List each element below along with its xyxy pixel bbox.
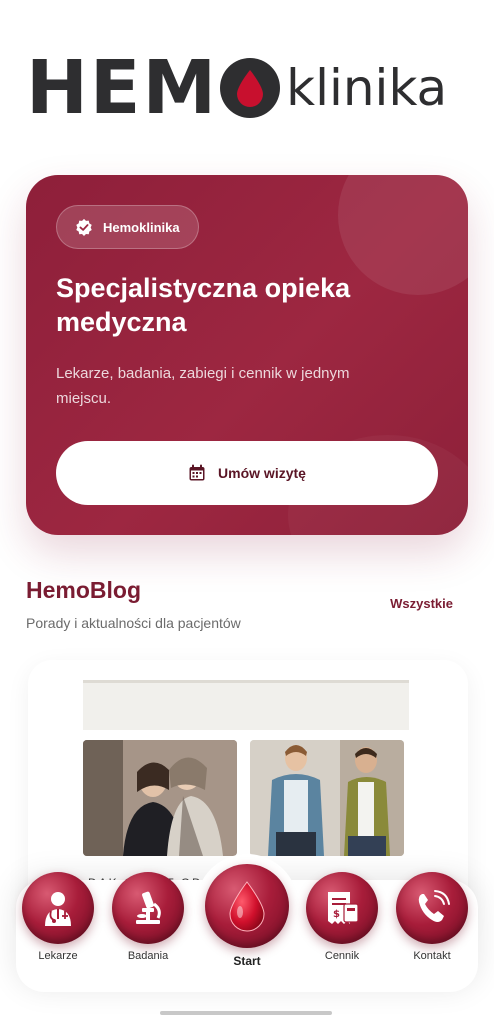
nav-item-start[interactable]: Start bbox=[205, 864, 289, 968]
hemoklinika-logo: HEM klinika bbox=[26, 50, 470, 126]
hero-badge: Hemoklinika bbox=[56, 205, 199, 249]
hero-title: Specjalistyczna opieka medyczna bbox=[56, 273, 351, 337]
blog-photo-two-women bbox=[83, 740, 237, 856]
nav-label-lekarze: Lekarze bbox=[38, 950, 78, 962]
doctor-icon bbox=[22, 872, 94, 944]
nav-item-lekarze[interactable]: Lekarze bbox=[22, 872, 94, 962]
nav-label-cennik: Cennik bbox=[324, 950, 360, 962]
hero-subtitle: Lekarze, badania, zabiegi i cennik w jed… bbox=[56, 365, 350, 407]
calendar-icon bbox=[189, 464, 205, 481]
microscope-icon bbox=[112, 872, 184, 944]
svg-text:$: $ bbox=[333, 909, 340, 920]
book-visit-button[interactable]: Umów wizytę bbox=[56, 441, 438, 505]
blog-section-subtitle: Porady i aktualności dla pacjentów bbox=[26, 615, 241, 631]
price-list-icon: $ bbox=[306, 872, 378, 944]
nav-item-cennik[interactable]: $ Cennik bbox=[306, 872, 378, 962]
badge-label: Hemoklinika bbox=[103, 219, 180, 235]
blog-see-all-link[interactable]: Wszystkie bbox=[390, 596, 453, 611]
nav-item-badania[interactable]: Badania bbox=[112, 872, 184, 962]
nav-label-badania: Badania bbox=[127, 950, 169, 962]
nav-label-start: Start bbox=[233, 954, 261, 968]
nav-item-kontakt[interactable]: Kontakt bbox=[396, 872, 468, 962]
blog-section-title: HemoBlog bbox=[26, 577, 141, 603]
hero-card: Hemoklinika Specjalistyczna opieka medyc… bbox=[26, 175, 468, 535]
blog-photo-two-men bbox=[250, 740, 404, 856]
blog-image-strip bbox=[83, 680, 409, 730]
blood-drop-logo-icon bbox=[220, 58, 281, 118]
nav-label-kontakt: Kontakt bbox=[413, 950, 451, 962]
logo-hemo-text: HEM bbox=[26, 45, 219, 131]
logo-klinika-text: klinika bbox=[286, 59, 448, 117]
phone-icon bbox=[396, 872, 468, 944]
blood-drop-icon bbox=[205, 864, 289, 948]
verified-check-icon bbox=[76, 218, 92, 236]
home-indicator[interactable] bbox=[160, 1011, 332, 1015]
book-visit-label: Umów wizytę bbox=[218, 465, 306, 481]
